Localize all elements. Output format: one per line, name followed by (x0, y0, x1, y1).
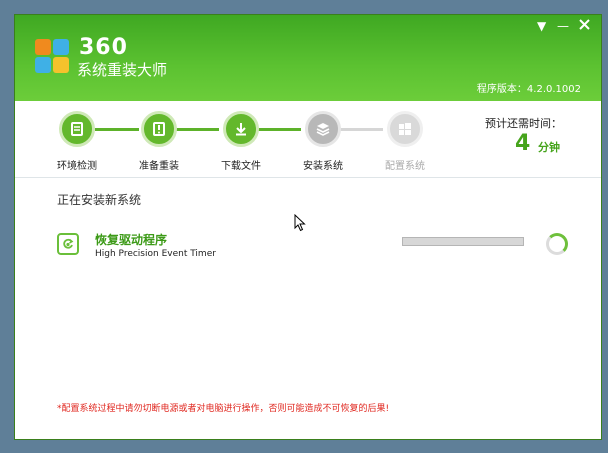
exclamation-icon (144, 114, 174, 144)
remaining-time-number: 4 (515, 131, 531, 156)
version-label: 程序版本：4.2.0.1002 (476, 84, 581, 95)
installer-window: 360 系统重装大师 ▼ — 程序版本：4.2.0.1002 环境检测 准备重装… (14, 14, 602, 440)
loading-spinner-icon (546, 233, 568, 255)
remaining-time-unit: 分钟 (538, 141, 560, 154)
step-label: 配置系统 (385, 161, 425, 172)
section-title: 正在安装新系统 (57, 193, 142, 207)
restore-icon (57, 233, 79, 255)
step-5 (387, 111, 423, 147)
step-connector (175, 128, 219, 131)
brand-number: 360 (79, 35, 128, 60)
task-subtitle: High Precision Event Timer (95, 249, 216, 259)
step-label: 准备重装 (139, 161, 179, 172)
step-1 (59, 111, 95, 147)
menu-icon[interactable]: ▼ (537, 19, 546, 33)
brand-name: 系统重装大师 (77, 61, 168, 79)
mouse-cursor-icon (294, 214, 306, 232)
step-4 (305, 111, 341, 147)
close-icon[interactable] (579, 19, 590, 33)
minimize-icon[interactable]: — (557, 19, 569, 33)
monitor-icon (62, 114, 92, 144)
step-label: 下载文件 (221, 161, 261, 172)
warning-text: *配置系统过程中请勿切断电源或者对电脑进行操作，否则可能造成不可恢复的后果! (57, 404, 390, 414)
step-progress-bar: 环境检测 准备重装 下载文件 安装系统 配置系统 预计还需时间： 4 分钟 (15, 101, 601, 178)
windows-icon (390, 114, 420, 144)
step-label: 环境检测 (57, 161, 97, 172)
header-bar: 360 系统重装大师 ▼ — 程序版本：4.2.0.1002 (15, 15, 601, 101)
download-icon (226, 114, 256, 144)
step-2 (141, 111, 177, 147)
360-logo (35, 39, 71, 75)
step-connector (95, 128, 139, 131)
step-3 (223, 111, 259, 147)
task-title: 恢复驱动程序 (95, 233, 168, 247)
task-progress-bar (402, 237, 524, 246)
install-icon (308, 114, 338, 144)
step-connector (257, 128, 301, 131)
remaining-time-title: 预计还需时间： (485, 117, 562, 130)
step-connector (339, 128, 383, 131)
step-label: 安装系统 (303, 161, 343, 172)
